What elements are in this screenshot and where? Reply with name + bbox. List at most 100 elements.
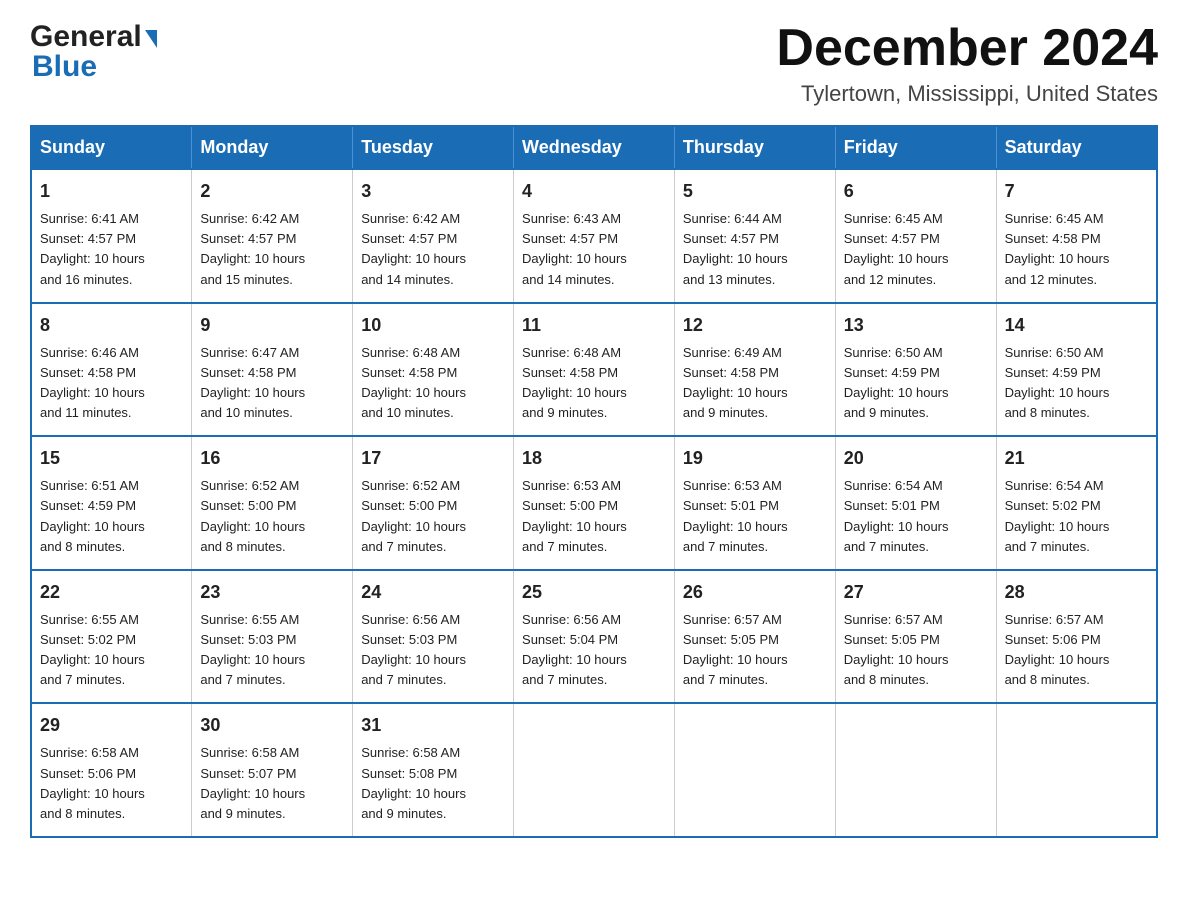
header-friday: Friday	[835, 126, 996, 169]
day-info: Sunrise: 6:48 AM Sunset: 4:58 PM Dayligh…	[361, 343, 505, 424]
calendar-cell: 31 Sunrise: 6:58 AM Sunset: 5:08 PM Dayl…	[353, 703, 514, 837]
days-of-week-row: SundayMondayTuesdayWednesdayThursdayFrid…	[31, 126, 1157, 169]
day-number: 17	[361, 445, 505, 472]
week-row-5: 29 Sunrise: 6:58 AM Sunset: 5:06 PM Dayl…	[31, 703, 1157, 837]
day-info: Sunrise: 6:45 AM Sunset: 4:57 PM Dayligh…	[844, 209, 988, 290]
day-number: 26	[683, 579, 827, 606]
day-number: 3	[361, 178, 505, 205]
calendar-cell: 1 Sunrise: 6:41 AM Sunset: 4:57 PM Dayli…	[31, 169, 192, 303]
day-number: 5	[683, 178, 827, 205]
day-number: 28	[1005, 579, 1148, 606]
day-number: 12	[683, 312, 827, 339]
day-info: Sunrise: 6:57 AM Sunset: 5:05 PM Dayligh…	[683, 610, 827, 691]
header-saturday: Saturday	[996, 126, 1157, 169]
day-number: 21	[1005, 445, 1148, 472]
calendar-cell: 25 Sunrise: 6:56 AM Sunset: 5:04 PM Dayl…	[514, 570, 675, 704]
calendar-table: SundayMondayTuesdayWednesdayThursdayFrid…	[30, 125, 1158, 838]
day-number: 10	[361, 312, 505, 339]
day-info: Sunrise: 6:49 AM Sunset: 4:58 PM Dayligh…	[683, 343, 827, 424]
day-info: Sunrise: 6:54 AM Sunset: 5:02 PM Dayligh…	[1005, 476, 1148, 557]
day-info: Sunrise: 6:48 AM Sunset: 4:58 PM Dayligh…	[522, 343, 666, 424]
calendar-cell	[674, 703, 835, 837]
calendar-cell: 28 Sunrise: 6:57 AM Sunset: 5:06 PM Dayl…	[996, 570, 1157, 704]
day-number: 2	[200, 178, 344, 205]
day-number: 29	[40, 712, 183, 739]
location-text: Tylertown, Mississippi, United States	[776, 81, 1158, 107]
day-number: 4	[522, 178, 666, 205]
calendar-cell: 7 Sunrise: 6:45 AM Sunset: 4:58 PM Dayli…	[996, 169, 1157, 303]
day-info: Sunrise: 6:53 AM Sunset: 5:01 PM Dayligh…	[683, 476, 827, 557]
day-number: 16	[200, 445, 344, 472]
calendar-cell: 13 Sunrise: 6:50 AM Sunset: 4:59 PM Dayl…	[835, 303, 996, 437]
week-row-4: 22 Sunrise: 6:55 AM Sunset: 5:02 PM Dayl…	[31, 570, 1157, 704]
day-number: 13	[844, 312, 988, 339]
logo-general-text: General	[30, 20, 142, 54]
day-info: Sunrise: 6:43 AM Sunset: 4:57 PM Dayligh…	[522, 209, 666, 290]
day-info: Sunrise: 6:56 AM Sunset: 5:03 PM Dayligh…	[361, 610, 505, 691]
calendar-cell: 29 Sunrise: 6:58 AM Sunset: 5:06 PM Dayl…	[31, 703, 192, 837]
header-wednesday: Wednesday	[514, 126, 675, 169]
day-info: Sunrise: 6:51 AM Sunset: 4:59 PM Dayligh…	[40, 476, 183, 557]
calendar-cell: 5 Sunrise: 6:44 AM Sunset: 4:57 PM Dayli…	[674, 169, 835, 303]
calendar-cell: 17 Sunrise: 6:52 AM Sunset: 5:00 PM Dayl…	[353, 436, 514, 570]
calendar-cell: 16 Sunrise: 6:52 AM Sunset: 5:00 PM Dayl…	[192, 436, 353, 570]
day-info: Sunrise: 6:45 AM Sunset: 4:58 PM Dayligh…	[1005, 209, 1148, 290]
day-info: Sunrise: 6:58 AM Sunset: 5:07 PM Dayligh…	[200, 743, 344, 824]
day-number: 8	[40, 312, 183, 339]
header-tuesday: Tuesday	[353, 126, 514, 169]
day-number: 9	[200, 312, 344, 339]
calendar-cell: 26 Sunrise: 6:57 AM Sunset: 5:05 PM Dayl…	[674, 570, 835, 704]
calendar-cell	[514, 703, 675, 837]
day-info: Sunrise: 6:47 AM Sunset: 4:58 PM Dayligh…	[200, 343, 344, 424]
calendar-cell: 30 Sunrise: 6:58 AM Sunset: 5:07 PM Dayl…	[192, 703, 353, 837]
day-info: Sunrise: 6:53 AM Sunset: 5:00 PM Dayligh…	[522, 476, 666, 557]
day-number: 14	[1005, 312, 1148, 339]
day-info: Sunrise: 6:42 AM Sunset: 4:57 PM Dayligh…	[200, 209, 344, 290]
day-info: Sunrise: 6:44 AM Sunset: 4:57 PM Dayligh…	[683, 209, 827, 290]
week-row-2: 8 Sunrise: 6:46 AM Sunset: 4:58 PM Dayli…	[31, 303, 1157, 437]
calendar-cell: 4 Sunrise: 6:43 AM Sunset: 4:57 PM Dayli…	[514, 169, 675, 303]
calendar-cell: 12 Sunrise: 6:49 AM Sunset: 4:58 PM Dayl…	[674, 303, 835, 437]
header-monday: Monday	[192, 126, 353, 169]
day-number: 27	[844, 579, 988, 606]
day-number: 6	[844, 178, 988, 205]
calendar-cell: 10 Sunrise: 6:48 AM Sunset: 4:58 PM Dayl…	[353, 303, 514, 437]
week-row-3: 15 Sunrise: 6:51 AM Sunset: 4:59 PM Dayl…	[31, 436, 1157, 570]
day-info: Sunrise: 6:52 AM Sunset: 5:00 PM Dayligh…	[200, 476, 344, 557]
week-row-1: 1 Sunrise: 6:41 AM Sunset: 4:57 PM Dayli…	[31, 169, 1157, 303]
calendar-cell	[996, 703, 1157, 837]
month-title: December 2024	[776, 20, 1158, 77]
title-section: December 2024 Tylertown, Mississippi, Un…	[776, 20, 1158, 107]
calendar-body: 1 Sunrise: 6:41 AM Sunset: 4:57 PM Dayli…	[31, 169, 1157, 837]
day-info: Sunrise: 6:46 AM Sunset: 4:58 PM Dayligh…	[40, 343, 183, 424]
day-info: Sunrise: 6:58 AM Sunset: 5:06 PM Dayligh…	[40, 743, 183, 824]
day-number: 30	[200, 712, 344, 739]
logo-blue-text: Blue	[32, 50, 97, 84]
calendar-cell: 2 Sunrise: 6:42 AM Sunset: 4:57 PM Dayli…	[192, 169, 353, 303]
header-thursday: Thursday	[674, 126, 835, 169]
calendar-cell: 11 Sunrise: 6:48 AM Sunset: 4:58 PM Dayl…	[514, 303, 675, 437]
day-number: 25	[522, 579, 666, 606]
calendar-cell: 8 Sunrise: 6:46 AM Sunset: 4:58 PM Dayli…	[31, 303, 192, 437]
logo-arrow-icon	[145, 30, 157, 48]
day-number: 15	[40, 445, 183, 472]
day-number: 7	[1005, 178, 1148, 205]
day-number: 20	[844, 445, 988, 472]
day-info: Sunrise: 6:55 AM Sunset: 5:03 PM Dayligh…	[200, 610, 344, 691]
calendar-header: SundayMondayTuesdayWednesdayThursdayFrid…	[31, 126, 1157, 169]
day-info: Sunrise: 6:50 AM Sunset: 4:59 PM Dayligh…	[1005, 343, 1148, 424]
calendar-cell: 15 Sunrise: 6:51 AM Sunset: 4:59 PM Dayl…	[31, 436, 192, 570]
calendar-cell: 20 Sunrise: 6:54 AM Sunset: 5:01 PM Dayl…	[835, 436, 996, 570]
day-info: Sunrise: 6:41 AM Sunset: 4:57 PM Dayligh…	[40, 209, 183, 290]
day-info: Sunrise: 6:56 AM Sunset: 5:04 PM Dayligh…	[522, 610, 666, 691]
day-info: Sunrise: 6:57 AM Sunset: 5:06 PM Dayligh…	[1005, 610, 1148, 691]
day-info: Sunrise: 6:52 AM Sunset: 5:00 PM Dayligh…	[361, 476, 505, 557]
day-info: Sunrise: 6:57 AM Sunset: 5:05 PM Dayligh…	[844, 610, 988, 691]
day-info: Sunrise: 6:55 AM Sunset: 5:02 PM Dayligh…	[40, 610, 183, 691]
calendar-cell	[835, 703, 996, 837]
calendar-cell: 6 Sunrise: 6:45 AM Sunset: 4:57 PM Dayli…	[835, 169, 996, 303]
logo: General Blue	[30, 20, 157, 84]
calendar-cell: 24 Sunrise: 6:56 AM Sunset: 5:03 PM Dayl…	[353, 570, 514, 704]
calendar-cell: 14 Sunrise: 6:50 AM Sunset: 4:59 PM Dayl…	[996, 303, 1157, 437]
day-info: Sunrise: 6:58 AM Sunset: 5:08 PM Dayligh…	[361, 743, 505, 824]
